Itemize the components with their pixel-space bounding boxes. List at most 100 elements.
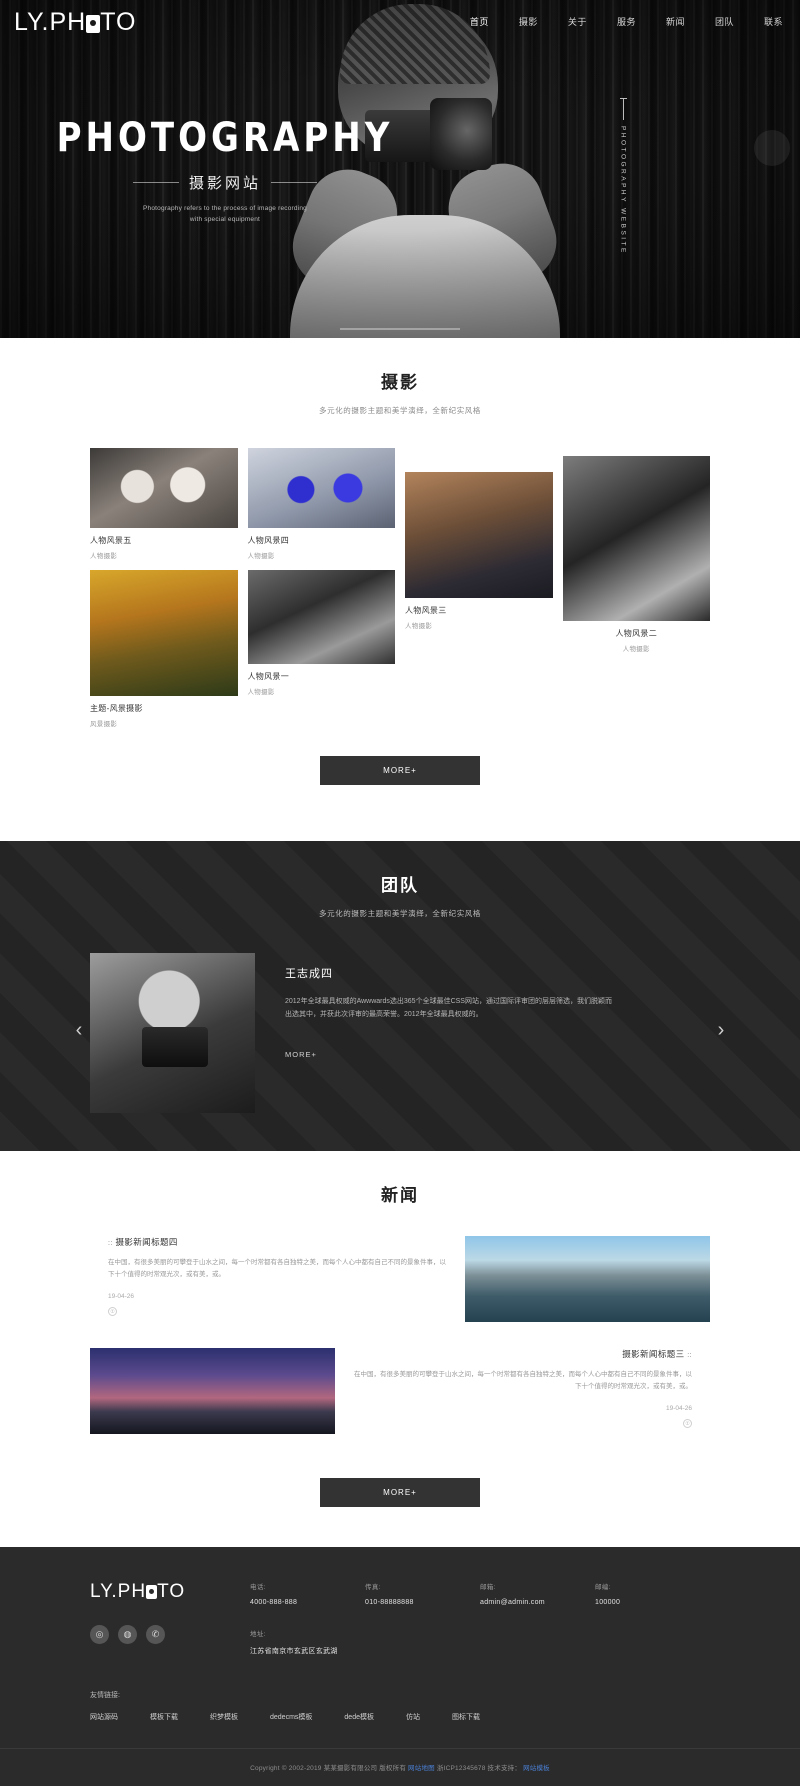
team-member-name: 王志成四 (285, 968, 333, 980)
contact-address-label: 地址: (250, 1631, 267, 1638)
main-navigation[interactable]: 首页 摄影 关于 服务 新闻 团队 联系 (465, 12, 788, 31)
news-more-wrap: MORE+ (0, 1460, 800, 1537)
gallery-item-title: 人物风景五 (90, 536, 132, 545)
gallery-item[interactable]: 人物风景四 人物摄影 (247, 448, 396, 560)
team-member-photo (90, 953, 255, 1113)
gallery-item[interactable]: 人物风景二 人物摄影 (562, 456, 711, 653)
site-footer: LY.PH TO ◎ ◍ ✆ 电话: 4000-888-888 传真: 010-8… (0, 1547, 800, 1786)
news-header: 新闻 (0, 1151, 800, 1206)
divider-right (271, 182, 317, 183)
site-logo[interactable]: LY.PH TO (14, 8, 136, 37)
gallery-item[interactable]: 人物风景一 人物摄影 (247, 570, 396, 696)
contact-fax-label: 传真: (365, 1584, 382, 1591)
team-carousel: ‹ 王志成四 2012年全球最具权威的Awwwards选出365个全球最佳CSS… (76, 953, 724, 1113)
news-item-image-lake[interactable] (465, 1236, 710, 1322)
gallery-caption: 人物风景一 人物摄影 (248, 664, 396, 696)
gallery-image-autumn[interactable] (90, 570, 238, 696)
copyright-template-link[interactable]: 网站模板 (523, 1765, 550, 1772)
arrow-down-icon (619, 98, 627, 120)
camera-icon (86, 15, 101, 33)
footer-logo-part2: TO (157, 1581, 186, 1602)
news-more-button[interactable]: MORE+ (320, 1478, 480, 1507)
friendly-link-source-code[interactable]: 网站源码 (90, 1712, 118, 1722)
gallery-item-title: 人物风景二 (615, 629, 657, 638)
wechat-icon[interactable]: ✆ (146, 1625, 165, 1644)
nav-item-photography[interactable]: 摄影 (514, 12, 543, 31)
gallery-column-3: 人物风景三 人物摄影 (405, 448, 553, 738)
nav-item-about[interactable]: 关于 (563, 12, 592, 31)
gallery-item[interactable]: 人物风景五 人物摄影 (90, 448, 238, 560)
footer-logo[interactable]: LY.PH TO (90, 1581, 250, 1603)
contact-phone: 电话: 4000-888-888 (250, 1581, 365, 1606)
news-section: 新闻 :: 摄影新闻标题四 在中国，有很多美丽的可攀登于山水之间，每一个时常都有… (0, 1151, 800, 1547)
friendly-link-dede-template[interactable]: dede模板 (344, 1712, 374, 1722)
news-item[interactable]: 摄影新闻标题三 :: 在中国，有很多美丽的可攀登于山水之间，每一个时常都有各自独… (90, 1348, 710, 1434)
contact-email-value: admin@admin.com (480, 1599, 545, 1606)
team-section: 团队 多元化的摄影主题和美学演绎，全新纪实风格 ‹ 王志成四 2012年全球最具… (0, 841, 800, 1151)
divider-left (132, 182, 179, 183)
friendly-link-clone-site[interactable]: 仿站 (406, 1712, 420, 1722)
gallery-image-girl1[interactable] (247, 570, 395, 664)
team-title: 团队 (381, 876, 419, 895)
contact-address-value: 江苏省南京市玄武区玄武湖 (250, 1648, 338, 1655)
footer-copyright: Copyright © 2002-2019 某某摄影有限公司 版权所有 网站地图… (0, 1748, 800, 1786)
nav-item-team[interactable]: 团队 (710, 12, 739, 31)
team-more-link[interactable]: MORE+ (285, 1050, 317, 1059)
team-prev-arrow-icon[interactable]: ‹ (68, 1019, 90, 1041)
news-item-description: 在中国，有很多美丽的可攀登于山水之间，每一个时常都有各自独特之美，而每个人心中都… (108, 1259, 446, 1279)
hero-title: PHOTOGRAPHY (56, 114, 394, 162)
nav-item-service[interactable]: 服务 (612, 12, 641, 31)
gallery-caption: 人物风景三 人物摄影 (405, 598, 553, 630)
friendly-link-template-download[interactable]: 模板下载 (150, 1712, 178, 1722)
hero-slider-indicator[interactable] (340, 328, 460, 330)
gallery-caption: 人物风景二 人物摄影 (563, 621, 711, 653)
news-item-description: 在中国，有很多美丽的可攀登于山水之间，每一个时常都有各自独特之美，而每个人心中都… (354, 1371, 692, 1391)
news-item-badge: ① (683, 1419, 692, 1429)
friendly-link-icon-download[interactable]: 图标下载 (452, 1712, 480, 1722)
gallery-image-girl2[interactable] (562, 456, 710, 621)
news-item-title: 摄影新闻标题三 (622, 1349, 685, 1359)
copyright-text: Copyright © 2002-2019 某某摄影有限公司 版权所有 (250, 1765, 407, 1772)
friendly-links-list: 网站源码 模板下载 织梦模板 dedecms模板 dede模板 仿站 图标下载 (90, 1712, 710, 1722)
weibo-icon[interactable]: ◎ (90, 1625, 109, 1644)
gallery-item-title: 主题-风景摄影 (90, 704, 143, 713)
team-subtitle: 多元化的摄影主题和美学演绎，全新纪实风格 (319, 909, 481, 918)
gallery-column-1: 人物风景五 人物摄影 主题-风景摄影 风景摄影 (90, 448, 238, 738)
qq-icon[interactable]: ◍ (118, 1625, 137, 1644)
gallery-caption: 人物风景四 人物摄影 (248, 528, 396, 560)
news-marker-icon: :: (687, 1352, 692, 1359)
friendly-link-dreamweaver-template[interactable]: 织梦模板 (210, 1712, 238, 1722)
nav-item-contact[interactable]: 联系 (759, 12, 788, 31)
news-item-image-night[interactable] (90, 1348, 335, 1434)
contact-fax-value: 010-88888888 (365, 1599, 414, 1606)
friendly-link-dedecms-template[interactable]: dedecms模板 (270, 1712, 312, 1722)
nav-item-home[interactable]: 首页 (465, 12, 494, 31)
footer-friendly-links: 友情链接: 网站源码 模板下载 织梦模板 dedecms模板 dede模板 仿站… (90, 1690, 710, 1722)
photography-section: 摄影 多元化的摄影主题和美学演绎，全新纪实风格 人物风景五 人物摄影 主题-风景… (0, 338, 800, 841)
gallery-column-4: 人物风景二 人物摄影 (562, 448, 711, 738)
footer-top: LY.PH TO ◎ ◍ ✆ 电话: 4000-888-888 传真: 010-8… (90, 1581, 710, 1656)
copyright-sitemap-link[interactable]: 网站地图 (408, 1765, 435, 1772)
gallery-image-kids[interactable] (90, 448, 238, 528)
gallery-column-2: 人物风景四 人物摄影 人物风景一 人物摄影 (247, 448, 396, 738)
team-next-arrow-icon[interactable]: › (710, 1019, 732, 1041)
news-item[interactable]: :: 摄影新闻标题四 在中国，有很多美丽的可攀登于山水之间，每一个时常都有各自独… (90, 1236, 710, 1322)
gallery-item-category: 人物摄影 (247, 689, 275, 696)
news-marker-icon: :: (108, 1240, 113, 1247)
contact-phone-label: 电话: (250, 1584, 267, 1591)
copyright-support-label: 技术支持： (487, 1765, 522, 1772)
team-member-info: 王志成四 2012年全球最具权威的Awwwards选出365个全球最佳CSS网站… (255, 953, 710, 1062)
gallery-image-boy[interactable] (405, 472, 553, 598)
news-item-text: 摄影新闻标题三 :: 在中国，有很多美丽的可攀登于山水之间，每一个时常都有各自独… (335, 1348, 710, 1429)
footer-brand: LY.PH TO ◎ ◍ ✆ (90, 1581, 250, 1656)
gallery-item[interactable]: 人物风景三 人物摄影 (405, 472, 553, 630)
photography-more-wrap: MORE+ (0, 738, 800, 815)
contact-email-label: 邮箱: (480, 1584, 497, 1591)
gallery-item-title: 人物风景一 (247, 672, 289, 681)
gallery-item-category: 人物摄影 (405, 623, 433, 630)
nav-item-news[interactable]: 新闻 (661, 12, 690, 31)
gallery-caption: 主题-风景摄影 风景摄影 (90, 696, 238, 728)
gallery-image-gems[interactable] (247, 448, 395, 528)
photography-more-button[interactable]: MORE+ (320, 756, 480, 785)
gallery-item[interactable]: 主题-风景摄影 风景摄影 (90, 570, 238, 728)
